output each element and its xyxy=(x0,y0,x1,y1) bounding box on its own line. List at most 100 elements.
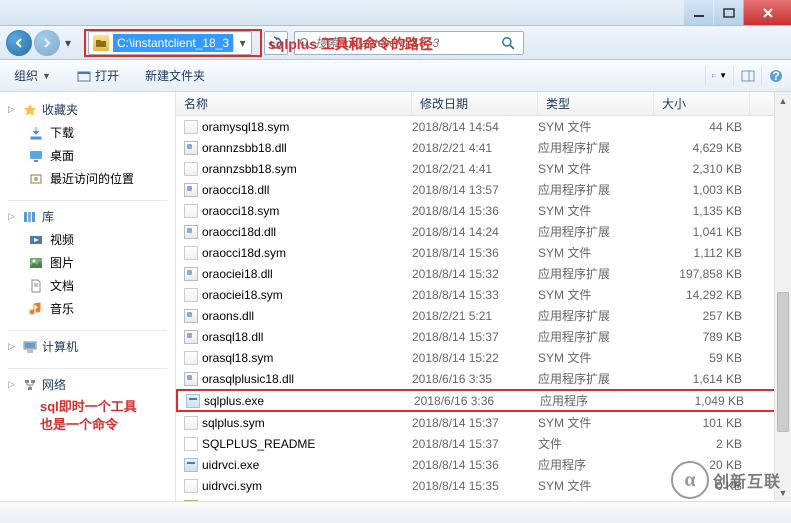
sidebar-item-documents[interactable]: 文档 xyxy=(0,274,175,297)
file-row[interactable]: oraocci18d.dll2018/8/14 14:24应用程序扩展1,041… xyxy=(176,221,791,242)
open-button[interactable]: 打开 xyxy=(71,65,125,86)
preview-pane-icon xyxy=(741,69,755,83)
file-name: oraocci18.sym xyxy=(202,204,412,218)
annotation-sql-note: sql即时一个工具 也是一个命令 xyxy=(40,398,137,434)
sidebar-item-videos[interactable]: 视频 xyxy=(0,228,175,251)
documents-label: 文档 xyxy=(50,277,74,294)
close-button[interactable] xyxy=(743,0,791,25)
main-area: ▷ 收藏夹 下载 桌面 最近访问的位置 ▷ 库 xyxy=(0,92,791,501)
watermark-text: 创新互联 xyxy=(713,468,781,492)
file-type-icon xyxy=(184,500,202,502)
file-row[interactable]: oraons.dll2018/2/21 5:21应用程序扩展257 KB xyxy=(176,305,791,326)
forward-button[interactable] xyxy=(34,30,60,56)
file-type: SYM 文件 xyxy=(538,477,654,494)
collapse-icon: ▷ xyxy=(8,211,18,222)
annotation-path-label: sqlplus 工具和命令的路径 xyxy=(268,34,433,54)
file-name: orasql18.sym xyxy=(202,351,412,365)
chevron-down-icon: ▼ xyxy=(42,71,51,81)
title-bar xyxy=(0,0,791,26)
column-name-header[interactable]: 名称 xyxy=(176,92,412,115)
column-date-header[interactable]: 修改日期 xyxy=(412,92,538,115)
watermark: α 创新互联 xyxy=(671,461,781,499)
view-options-button[interactable]: ▼ xyxy=(705,66,727,86)
annotation-sql-line2: 也是一个命令 xyxy=(40,416,137,434)
nav-history-dropdown[interactable]: ▾ xyxy=(62,36,74,50)
sidebar-network-header[interactable]: ▷ 网络 xyxy=(0,373,175,396)
file-row[interactable]: sqlplus.exe2018/6/16 3:36应用程序1,049 KB xyxy=(176,389,791,412)
file-type: 应用程序扩展 xyxy=(538,139,654,156)
sidebar-item-music[interactable]: 音乐 xyxy=(0,297,175,320)
minimize-button[interactable] xyxy=(683,0,713,25)
help-button[interactable]: ? xyxy=(761,66,783,86)
column-type-header[interactable]: 类型 xyxy=(538,92,654,115)
music-icon xyxy=(28,301,44,317)
star-icon xyxy=(22,102,38,118)
file-date: 2018/2/21 4:41 xyxy=(412,162,538,176)
file-name: oraocci18d.sym xyxy=(202,246,412,260)
file-size: 59 KB xyxy=(654,351,742,365)
address-dropdown[interactable]: ▾ xyxy=(233,36,251,50)
file-name: oramysql18.sym xyxy=(202,120,412,134)
file-date: 2018/8/14 15:22 xyxy=(412,351,538,365)
scroll-thumb[interactable] xyxy=(777,292,789,432)
file-row[interactable]: orasql18.sym2018/8/14 15:22SYM 文件59 KB xyxy=(176,347,791,368)
file-row[interactable]: SQLPLUS_README2018/8/14 15:37文件2 KB xyxy=(176,433,791,454)
maximize-button[interactable] xyxy=(713,0,743,25)
sidebar: ▷ 收藏夹 下载 桌面 最近访问的位置 ▷ 库 xyxy=(0,92,176,501)
file-row[interactable]: orannzsbb18.dll2018/2/21 4:41应用程序扩展4,629… xyxy=(176,137,791,158)
file-name: oraocci18d.dll xyxy=(202,225,412,239)
file-type-icon xyxy=(184,437,202,451)
file-size: 4,629 KB xyxy=(654,141,742,155)
file-type-icon xyxy=(186,394,204,408)
view-icon xyxy=(712,69,717,83)
download-icon xyxy=(28,125,44,141)
organize-button[interactable]: 组织 ▼ xyxy=(8,65,57,86)
file-type: SYM 文件 xyxy=(538,349,654,366)
search-go-icon[interactable] xyxy=(501,36,515,50)
sidebar-item-pictures[interactable]: 图片 xyxy=(0,251,175,274)
file-type: 应用程序扩展 xyxy=(538,328,654,345)
scroll-up-button[interactable]: ▲ xyxy=(775,92,791,109)
preview-pane-button[interactable] xyxy=(733,66,755,86)
file-row[interactable]: oraociei18.dll2018/8/14 15:32应用程序扩展197,8… xyxy=(176,263,791,284)
file-row[interactable]: orasql18.dll2018/8/14 15:37应用程序扩展789 KB xyxy=(176,326,791,347)
file-type: SYM 文件 xyxy=(538,202,654,219)
toolbar: 组织 ▼ 打开 新建文件夹 ▼ ? xyxy=(0,60,791,92)
file-row[interactable]: oraocci18d.sym2018/8/14 15:36SYM 文件1,112… xyxy=(176,242,791,263)
open-label: 打开 xyxy=(95,67,119,84)
file-size: 1,614 KB xyxy=(654,372,742,386)
sidebar-computer-header[interactable]: ▷ 计算机 xyxy=(0,335,175,358)
address-path[interactable]: C:\instantclient_18_3 xyxy=(113,34,233,52)
sidebar-item-desktop[interactable]: 桌面 xyxy=(0,144,175,167)
vertical-scrollbar[interactable]: ▲ ▼ xyxy=(774,92,791,501)
address-bar[interactable]: C:\instantclient_18_3 ▾ xyxy=(88,31,252,55)
recent-label: 最近访问的位置 xyxy=(50,170,134,187)
file-size: 1,135 KB xyxy=(654,204,742,218)
file-row[interactable]: sqlplus.sym2018/8/14 15:37SYM 文件101 KB xyxy=(176,412,791,433)
file-row[interactable]: oraocci18.dll2018/8/14 13:57应用程序扩展1,003 … xyxy=(176,179,791,200)
file-date: 2018/8/14 15:35 xyxy=(412,479,538,493)
folder-icon xyxy=(93,35,109,51)
sidebar-item-recent[interactable]: 最近访问的位置 xyxy=(0,167,175,190)
file-size: 1,049 KB xyxy=(656,394,744,408)
file-type: 应用程序扩展 xyxy=(538,307,654,324)
file-row[interactable]: orannzsbb18.sym2018/2/21 4:41SYM 文件2,310… xyxy=(176,158,791,179)
file-type: 应用程序扩展 xyxy=(538,223,654,240)
file-row[interactable]: oramysql18.sym2018/8/14 14:54SYM 文件44 KB xyxy=(176,116,791,137)
column-size-header[interactable]: 大小 xyxy=(654,92,750,115)
file-size: 257 KB xyxy=(654,309,742,323)
file-type: 应用程序扩展 xyxy=(538,265,654,282)
collapse-icon: ▷ xyxy=(8,104,18,115)
file-type-icon xyxy=(184,162,202,176)
file-row[interactable]: oraociei18.sym2018/8/14 15:33SYM 文件14,29… xyxy=(176,284,791,305)
sidebar-favorites-header[interactable]: ▷ 收藏夹 xyxy=(0,98,175,121)
file-row[interactable]: orasqlplusic18.dll2018/6/16 3:35应用程序扩展1,… xyxy=(176,368,791,389)
file-row[interactable]: oraocci18.sym2018/8/14 15:36SYM 文件1,135 … xyxy=(176,200,791,221)
back-arrow-icon xyxy=(13,37,25,49)
collapse-icon: ▷ xyxy=(8,379,18,390)
sidebar-libraries-header[interactable]: ▷ 库 xyxy=(0,205,175,228)
back-button[interactable] xyxy=(6,30,32,56)
file-date: 2018/8/14 15:36 xyxy=(412,458,538,472)
new-folder-button[interactable]: 新建文件夹 xyxy=(139,65,211,86)
sidebar-item-downloads[interactable]: 下载 xyxy=(0,121,175,144)
